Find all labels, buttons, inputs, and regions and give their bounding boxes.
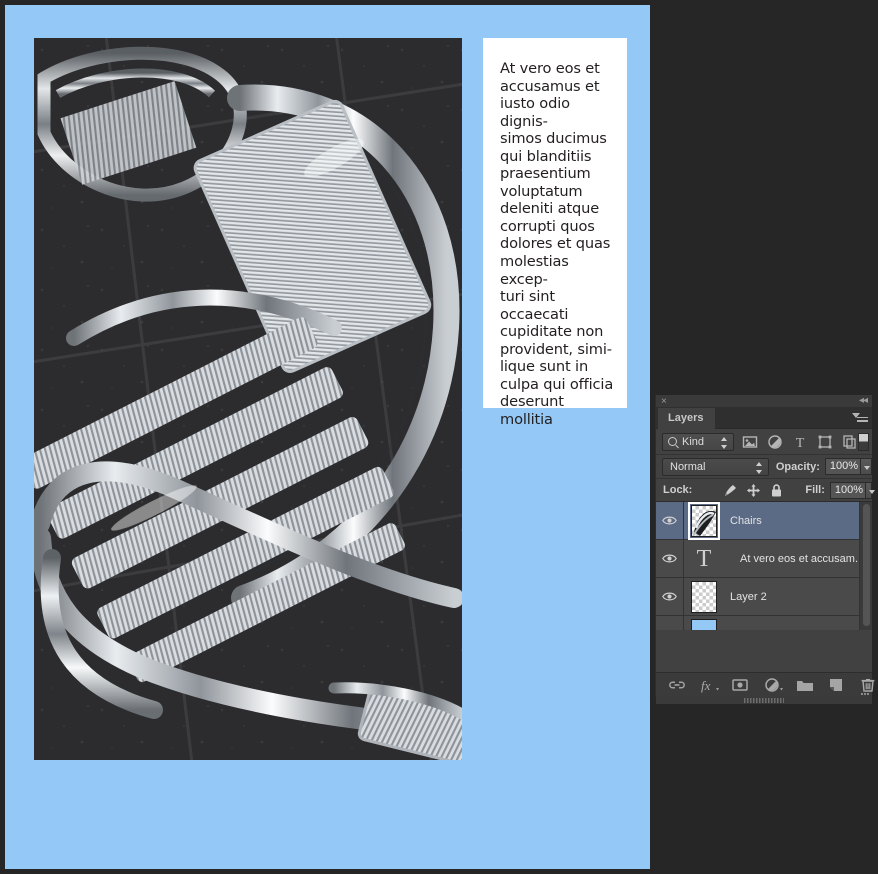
- layer-thumbnail-cell[interactable]: T: [684, 544, 724, 574]
- lock-image-pixels-icon[interactable]: [723, 483, 737, 497]
- layer-name: Chairs: [730, 514, 762, 527]
- filter-shape-layers-icon[interactable]: [816, 433, 834, 451]
- close-icon[interactable]: ×: [661, 396, 667, 407]
- table-row[interactable]: T At vero eos et accusam...: [656, 540, 872, 578]
- chairs-photo-layer[interactable]: [34, 38, 462, 760]
- layer-list-scrollbar[interactable]: [859, 502, 872, 630]
- panel-menu-icon[interactable]: [852, 412, 868, 424]
- fill-dropdown-icon[interactable]: [865, 481, 876, 499]
- app-window: At vero eos et accusamus et iusto odio d…: [0, 0, 878, 874]
- fill-value[interactable]: 100%: [829, 481, 866, 499]
- filter-kind-select[interactable]: Kind: [662, 432, 734, 451]
- layer-visibility-toggle[interactable]: [656, 616, 684, 630]
- layer-thumbnail-type: T: [689, 544, 719, 574]
- lorem-paragraph: At vero eos et accusamus et iusto odio d…: [500, 60, 614, 428]
- layers-panel-toolbar: fx: [656, 672, 875, 697]
- lock-transparent-pixels-icon[interactable]: [700, 483, 714, 497]
- blend-mode-select[interactable]: Normal: [662, 457, 769, 476]
- filter-toggle-icon[interactable]: [858, 433, 869, 451]
- lock-icon-group: [700, 483, 783, 497]
- panel-tab-row: Layers: [656, 408, 872, 429]
- new-adjustment-layer-icon[interactable]: [764, 677, 783, 693]
- eye-icon: [662, 516, 677, 525]
- filter-adjustment-layers-icon[interactable]: [766, 433, 784, 451]
- eye-icon: [662, 554, 677, 563]
- layer-thumbnail-transparent: [691, 580, 717, 613]
- svg-text:T: T: [796, 436, 805, 451]
- lock-all-icon[interactable]: [769, 483, 783, 497]
- layer-visibility-toggle[interactable]: [656, 540, 684, 577]
- opacity-label: Opacity:: [775, 460, 820, 473]
- blend-mode-value: Normal: [670, 460, 706, 473]
- chairs-photo-image: [34, 38, 462, 760]
- lock-row: Lock: Fill: 100%: [656, 479, 876, 502]
- lock-label: Lock:: [663, 484, 693, 496]
- eye-icon: [662, 629, 677, 630]
- opacity-value[interactable]: 100%: [824, 458, 861, 475]
- fill-label: Fill:: [805, 484, 825, 496]
- filter-icon-group: T: [741, 433, 869, 451]
- table-row[interactable]: Layer 2: [656, 578, 872, 616]
- table-row[interactable]: Chairs: [656, 502, 872, 540]
- layer-name: Layer 1: [730, 629, 767, 631]
- eye-icon: [662, 592, 677, 601]
- table-row[interactable]: Layer 1: [656, 616, 872, 630]
- scrollbar-thumb[interactable]: [863, 504, 870, 626]
- panel-resize-grip[interactable]: [859, 685, 869, 695]
- layer-thumbnail-cell[interactable]: [684, 580, 724, 613]
- collapse-panel-icon[interactable]: ◂◂: [859, 395, 868, 407]
- filter-pixel-layers-icon[interactable]: [741, 433, 759, 451]
- add-layer-style-icon[interactable]: fx: [700, 677, 719, 693]
- layer-filter-row: Kind T: [656, 429, 872, 455]
- filter-type-layers-icon[interactable]: T: [791, 433, 809, 451]
- filter-kind-label: Kind: [682, 435, 705, 448]
- filter-smart-object-icon[interactable]: [841, 433, 859, 451]
- text-frame-layer[interactable]: At vero eos et accusamus et iusto odio d…: [483, 38, 627, 428]
- chevron-updown-icon: [721, 436, 728, 449]
- layer-list[interactable]: Chairs T At vero eos et accusam... Layer…: [656, 502, 872, 630]
- type-layer-icon: T: [696, 545, 712, 572]
- svg-text:fx: fx: [701, 678, 711, 693]
- new-layer-icon[interactable]: [828, 677, 844, 693]
- layer-thumbnail-cell[interactable]: [684, 502, 724, 540]
- layer-thumbnail-solid-blue: [691, 618, 717, 630]
- lock-position-icon[interactable]: [746, 483, 761, 497]
- opacity-dropdown-icon[interactable]: [860, 458, 872, 475]
- document-canvas[interactable]: At vero eos et accusamus et iusto odio d…: [5, 5, 650, 869]
- layer-thumbnail-chairs: [688, 502, 720, 540]
- tab-layers[interactable]: Layers: [658, 408, 716, 429]
- layers-panel[interactable]: × ◂◂ Layers Kind T Normal Opacity: 100% …: [655, 395, 876, 704]
- layer-thumbnail-cell[interactable]: [684, 618, 724, 630]
- panel-titlebar: × ◂◂: [656, 395, 872, 408]
- layer-name: Layer 2: [730, 590, 767, 603]
- new-group-icon[interactable]: [796, 677, 813, 693]
- add-layer-mask-icon[interactable]: [732, 677, 748, 693]
- link-layers-icon[interactable]: [668, 677, 685, 693]
- blend-mode-row: Normal Opacity: 100%: [656, 455, 872, 479]
- layer-visibility-toggle[interactable]: [656, 578, 684, 615]
- layer-name: At vero eos et accusam...: [740, 552, 865, 565]
- chevron-updown-icon: [755, 461, 763, 474]
- panel-drag-handle[interactable]: [744, 698, 784, 703]
- search-icon: [668, 437, 677, 446]
- layer-visibility-toggle[interactable]: [656, 502, 684, 539]
